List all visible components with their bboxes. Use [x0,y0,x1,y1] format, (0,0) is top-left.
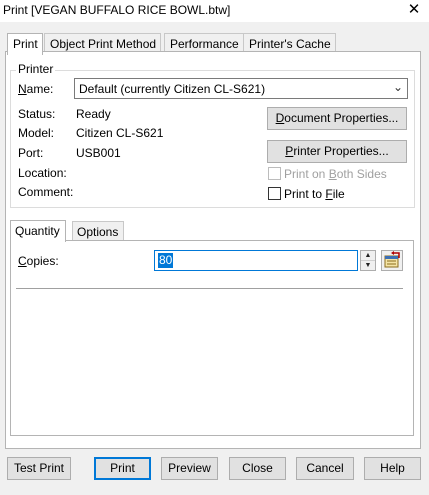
print-to-file-text-pre: Print to [284,187,326,201]
tab-object-print-method-label: Object Print Method [50,37,157,51]
printer-group-title: Printer [16,62,56,76]
tab-quantity[interactable]: Quantity [10,220,66,242]
tab-printers-cache-label: Printer's Cache [249,37,331,51]
copies-label: Copies: [18,254,59,268]
tab-options-label: Options [77,225,119,239]
print-both-sides-accel: B [328,167,337,181]
spin-down-icon[interactable]: ▼ [361,261,375,271]
database-picker-icon [384,251,400,268]
cancel-button[interactable]: Cancel [296,457,354,480]
port-value: USB001 [76,146,121,160]
print-to-file-accel: F [325,187,333,201]
print-to-file-label: Print to File [284,187,345,201]
port-label: Port: [18,146,44,160]
copies-label-accel: C [18,254,27,268]
close-icon[interactable]: ✕ [399,0,429,22]
print-to-file-checkbox[interactable] [268,187,281,200]
chevron-down-icon[interactable]: ⌄ [393,80,403,94]
help-button[interactable]: Help [364,457,421,480]
model-label: Model: [18,126,55,140]
database-picker-button[interactable] [381,250,403,271]
name-label: Name: [18,82,53,96]
test-print-button[interactable]: Test Print [7,457,71,480]
tab-print[interactable]: Print [7,33,43,55]
status-value: Ready [76,107,111,121]
tab-options[interactable]: Options [72,221,125,241]
print-both-sides-label: Print on Both Sides [284,167,387,181]
document-properties-accel: D [275,111,285,125]
name-label-accel: N [18,82,27,96]
document-properties-label: ocument Properties... [284,111,399,125]
print-both-sides-checkbox[interactable] [268,167,281,180]
copies-stepper[interactable]: ▲ ▼ [360,250,376,271]
tab-object-print-method[interactable]: Object Print Method [44,33,162,53]
window-title: Print [VEGAN BUFFALO RICE BOWL.btw] [3,3,231,17]
tab-performance[interactable]: Performance [164,33,244,53]
location-label: Location: [18,166,67,180]
printer-properties-button[interactable]: Printer Properties... [267,140,407,163]
printer-properties-label: rinter Properties... [293,144,389,158]
print-both-sides-text-pre: Print on [284,167,329,181]
tab-performance-label: Performance [170,37,239,51]
printer-name-value: Default (currently Citizen CL-S621) [79,82,266,96]
spin-up-icon[interactable]: ▲ [361,251,375,261]
model-value: Citizen CL-S621 [76,126,164,140]
comment-label: Comment: [18,185,74,199]
preview-button[interactable]: Preview [161,457,218,480]
close-button[interactable]: Close [229,457,286,480]
copies-input[interactable]: 80 [154,250,358,271]
print-to-file-text-post: ile [332,187,345,201]
quantity-divider [16,288,403,289]
copies-label-text: opies: [26,254,59,268]
name-label-text: ame: [26,82,54,96]
document-properties-button[interactable]: Document Properties... [267,107,407,130]
tab-printers-cache[interactable]: Printer's Cache [243,33,336,53]
title-bar: Print [VEGAN BUFFALO RICE BOWL.btw] ✕ [0,0,429,22]
status-label: Status: [18,107,56,121]
tab-print-label: Print [13,37,38,51]
print-button[interactable]: Print [94,457,151,480]
print-both-sides-text-post: oth Sides [336,167,387,181]
printer-name-select[interactable]: Default (currently Citizen CL-S621) ⌄ [74,78,408,99]
copies-value: 80 [158,253,174,268]
tab-quantity-label: Quantity [15,224,60,238]
